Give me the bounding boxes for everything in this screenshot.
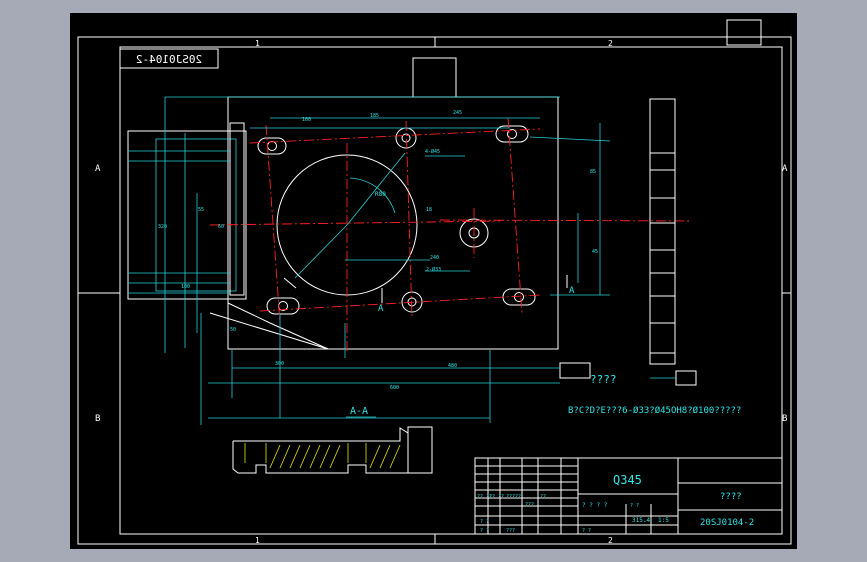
cad-drawing: 1 2 1 2 A B A B 20SJ0104-2 A A 160 185 2… — [77, 19, 792, 545]
title-cell-7: ? ? — [480, 528, 489, 534]
title-cell-9: ? ? — [630, 503, 639, 509]
dim-text-8: 85 — [590, 169, 596, 175]
title-code: 20SJ0104-2 — [700, 518, 754, 528]
dim-text-5: 480 — [448, 363, 457, 369]
corner-box — [726, 19, 762, 46]
side-view-bracket — [675, 370, 697, 386]
title-scale: 1:5 — [658, 517, 669, 524]
dim-text-9: 45 — [592, 249, 598, 255]
side-view-segments — [650, 152, 675, 354]
dim-text-11: 55 — [198, 207, 204, 213]
title-name: ???? — [720, 492, 742, 502]
zone-label-right-b: B — [782, 414, 787, 424]
zone-label-top-2: 2 — [608, 39, 613, 48]
title-cell-5: ??? — [525, 502, 534, 508]
title-cell-6: ? ? — [480, 519, 489, 525]
centerline-v-mid — [405, 120, 413, 319]
mirrored-code: 20SJ0104-2 — [136, 53, 202, 66]
title-cell-10: ? ? — [582, 528, 591, 534]
section-view — [232, 426, 433, 474]
dim-text-4: 240 — [430, 255, 439, 261]
title-material: Q345 — [613, 473, 642, 487]
side-view — [649, 98, 676, 365]
dim-text-12: 60 — [218, 224, 224, 230]
dim-text-13: 100 — [181, 284, 190, 290]
section-mark-right-label: A — [569, 286, 575, 296]
title-cell-3: ????? — [506, 494, 521, 500]
zone-label-bottom-1: 1 — [255, 536, 260, 545]
zone-label-bottom-2: 2 — [608, 536, 613, 545]
top-tab — [412, 57, 457, 98]
drawing-canvas[interactable]: 1 2 1 2 A B A B 20SJ0104-2 A A 160 185 2… — [70, 13, 797, 549]
dim-text-10: 320 — [158, 224, 167, 230]
zone-label-top-1: 1 — [255, 39, 260, 48]
dim-text-holes-a: 2-Ø33 — [426, 266, 441, 273]
dim-text-radius: R80 — [375, 191, 386, 198]
dim-text-holes-b: 4-Ø45 — [425, 148, 440, 155]
title-cell-11: ??? — [506, 528, 515, 534]
title-cell-8: ? ? ? ? — [582, 502, 608, 509]
left-profile-mid — [155, 138, 237, 292]
title-cell-4: ?? — [540, 494, 546, 500]
dim-text-2: 185 — [370, 113, 379, 119]
dimension-lines — [164, 96, 611, 425]
title-weight: 315.4 — [632, 517, 650, 524]
dim-text-6: 600 — [390, 385, 399, 391]
dim-text-14: 50 — [230, 327, 236, 333]
slot-hole-bottom-left — [266, 297, 300, 315]
dim-text-7: 300 — [275, 361, 284, 367]
centerline-v-right — [507, 117, 523, 314]
bottom-tab — [559, 362, 591, 379]
zone-label-left-b: B — [95, 414, 100, 424]
left-profile-inner — [229, 122, 245, 296]
centerline-h-bottom — [259, 294, 541, 312]
section-mark-left-label: A — [378, 304, 384, 314]
zone-label-left-a: A — [95, 164, 101, 174]
centerline-h-mid — [209, 220, 501, 226]
zone-label-right-a: A — [782, 164, 788, 174]
centerline-h-center — [439, 219, 691, 222]
section-title: A-A — [350, 406, 368, 417]
title-cell-2: ?? ?? — [489, 494, 504, 500]
tech-note: B?C?D?E???6-Ø33?Ø45OH8?Ø100????? — [568, 405, 741, 416]
dim-text-1: 160 — [302, 117, 311, 123]
roughness-note: ???? — [590, 373, 617, 386]
inner-frame — [119, 46, 783, 535]
slot-hole-top-left — [257, 137, 287, 155]
dim-text-3: 245 — [453, 110, 462, 116]
dim-text-15: 18 — [426, 207, 432, 213]
bore-chord — [283, 277, 297, 289]
